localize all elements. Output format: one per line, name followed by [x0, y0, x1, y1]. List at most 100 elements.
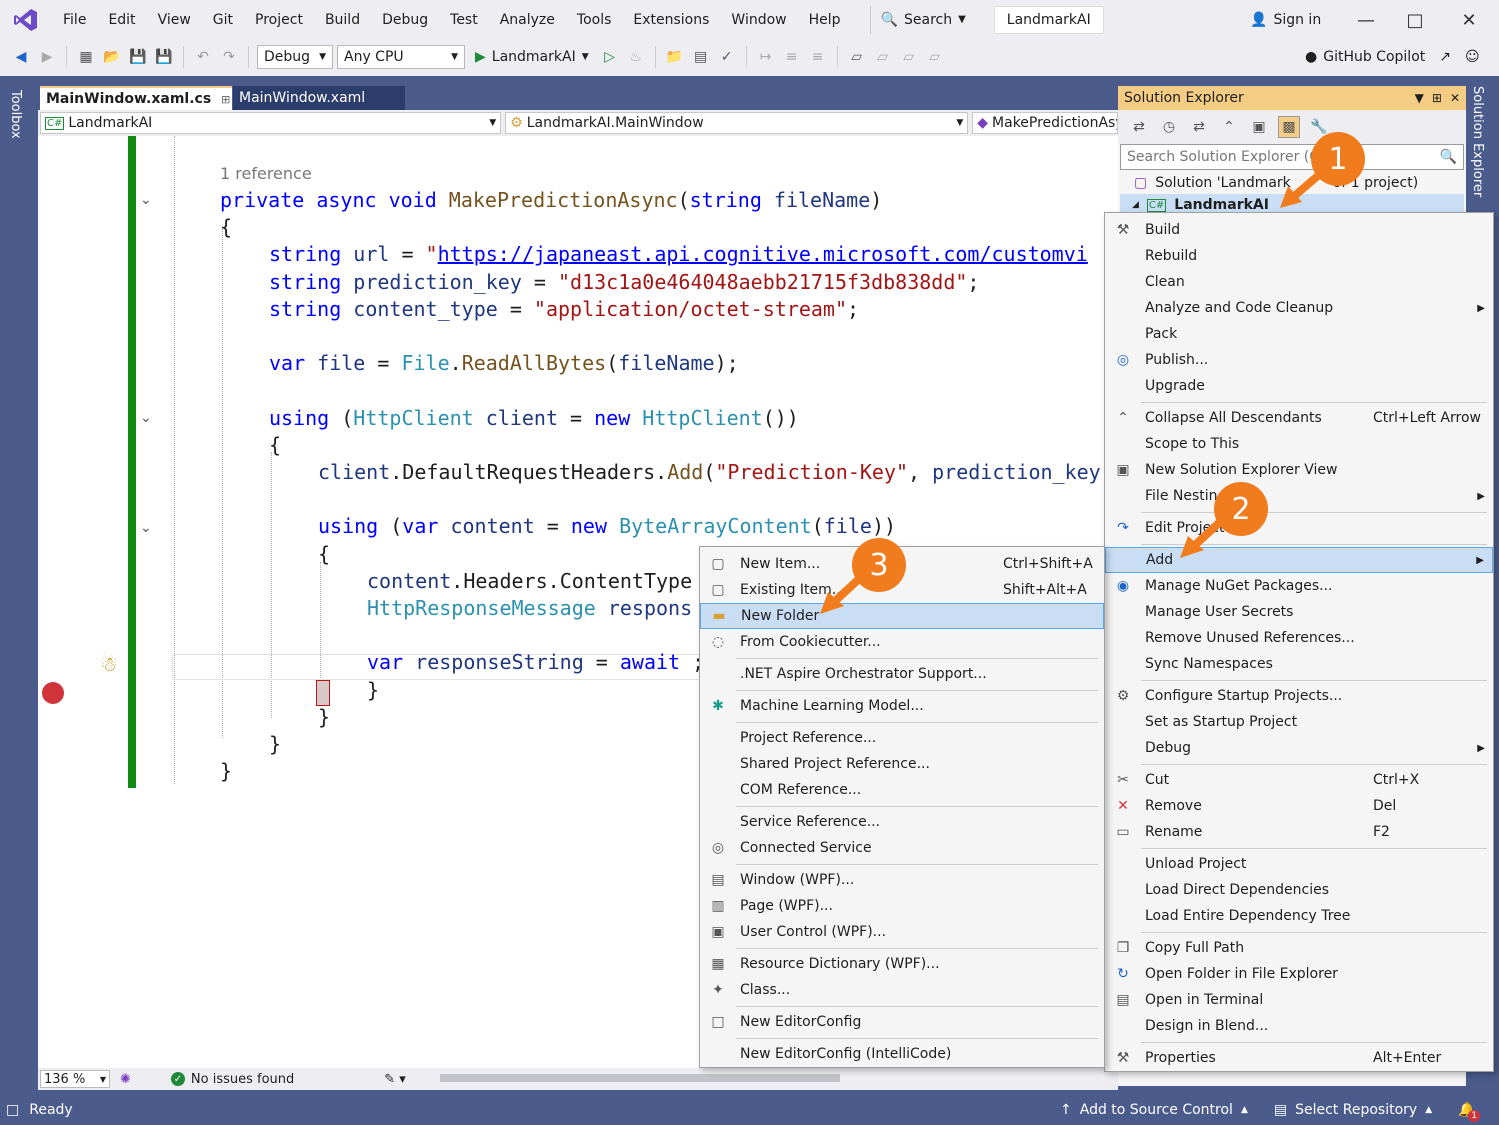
add-menu-page-wpf[interactable]: ▥ Page (WPF)...	[700, 893, 1104, 919]
spell-check-icon[interactable]: ✓	[716, 46, 738, 68]
project-menu-copy-full-path[interactable]: ❐ Copy Full Path	[1105, 935, 1493, 961]
project-menu-manage-user-secrets[interactable]: Manage User Secrets	[1105, 599, 1493, 625]
menu-window[interactable]: Window	[720, 0, 797, 40]
add-menu-user-control-wpf[interactable]: ▣ User Control (WPF)...	[700, 919, 1104, 945]
pin-icon[interactable]: ⊞	[221, 93, 230, 106]
tab-mainwindow-xaml[interactable]: MainWindow.xaml	[233, 86, 405, 110]
project-menu-sync-namespaces[interactable]: Sync Namespaces	[1105, 651, 1493, 677]
layout-icon[interactable]: ▤	[690, 46, 712, 68]
hot-reload-icon[interactable]: ♨	[625, 46, 647, 68]
add-menu-shared-project-reference[interactable]: Shared Project Reference...	[700, 751, 1104, 777]
feedback-icon[interactable]: ☺	[1465, 49, 1480, 65]
open-folder-icon[interactable]: 📂	[101, 46, 123, 68]
project-menu-scope-to-this[interactable]: Scope to This	[1105, 431, 1493, 457]
project-menu-open-in-terminal[interactable]: ▤ Open in Terminal	[1105, 987, 1493, 1013]
start-debugging-button[interactable]: ▶ LandmarkAI ▼	[469, 49, 595, 65]
menu-analyze[interactable]: Analyze	[489, 0, 566, 40]
project-menu-properties[interactable]: ⚒ Properties Alt+Enter	[1105, 1045, 1493, 1071]
save-icon[interactable]: 💾	[127, 46, 149, 68]
platform-select[interactable]: Any CPU ▼	[337, 45, 465, 69]
add-menu-new-editorconfig[interactable]: □ New EditorConfig	[700, 1009, 1104, 1035]
project-menu-debug[interactable]: Debug ▶	[1105, 735, 1493, 761]
collapse-all-icon[interactable]: ⌃	[1218, 116, 1240, 138]
lightbulb-icon[interactable]: ☃	[100, 652, 118, 676]
tab-mainwindow-xaml-cs[interactable]: MainWindow.xaml.cs ⊞ ✕	[40, 86, 250, 110]
history-icon[interactable]: ◷	[1158, 116, 1180, 138]
project-combo[interactable]: C# LandmarkAI ▼	[40, 112, 502, 134]
menu-extensions[interactable]: Extensions	[622, 0, 720, 40]
uncomment-icon[interactable]: ≡	[807, 46, 829, 68]
bookmark-icon[interactable]: ▱	[846, 46, 868, 68]
menu-test[interactable]: Test	[439, 0, 489, 40]
add-menu-machine-learning-model[interactable]: ✱ Machine Learning Model...	[700, 693, 1104, 719]
select-repository-button[interactable]: ▤ Select Repository ▲	[1274, 1102, 1432, 1118]
maximize-button[interactable]: □	[1392, 0, 1438, 40]
expand-arrow-icon[interactable]: ◢	[1132, 200, 1139, 210]
pin-icon[interactable]: ⊞	[1432, 91, 1442, 105]
menu-build[interactable]: Build	[314, 0, 371, 40]
search-menu[interactable]: 🔍 Search ▼	[869, 6, 976, 34]
project-menu-load-entire-dependency-tree[interactable]: Load Entire Dependency Tree	[1105, 903, 1493, 929]
menu-debug[interactable]: Debug	[371, 0, 439, 40]
sync-icon[interactable]: ⇄	[1188, 116, 1210, 138]
add-menu-from-cookiecutter[interactable]: ◌ From Cookiecutter...	[700, 629, 1104, 655]
menu-edit[interactable]: Edit	[97, 0, 146, 40]
collapse-chevron-icon[interactable]: ⌄	[140, 192, 152, 208]
add-menu-net-aspire-orchestrator-support[interactable]: .NET Aspire Orchestrator Support...	[700, 661, 1104, 687]
menu-tools[interactable]: Tools	[566, 0, 623, 40]
project-menu-analyze-and-code-cleanup[interactable]: Analyze and Code Cleanup ▶	[1105, 295, 1493, 321]
project-menu-pack[interactable]: Pack	[1105, 321, 1493, 347]
preview-icon[interactable]: ▩	[1278, 116, 1300, 138]
project-menu-collapse-all-descendants[interactable]: ⌃ Collapse All Descendants Ctrl+Left Arrow	[1105, 405, 1493, 431]
new-project-icon[interactable]: ▦	[75, 46, 97, 68]
menu-git[interactable]: Git	[202, 0, 244, 40]
comment-icon[interactable]: ≡	[781, 46, 803, 68]
project-menu-add[interactable]: Add ▶	[1105, 547, 1493, 573]
save-all-icon[interactable]: 💾	[153, 46, 175, 68]
zoom-select[interactable]: 136 % ▼	[40, 1070, 110, 1088]
add-menu-window-wpf[interactable]: ▤ Window (WPF)...	[700, 867, 1104, 893]
step-icon[interactable]: ↦	[755, 46, 777, 68]
menu-file[interactable]: File	[52, 0, 97, 40]
project-menu-edit-project-file[interactable]: ↷ Edit Project File	[1105, 515, 1493, 541]
cleanup-brush-icon[interactable]: ✎ ▾	[384, 1072, 406, 1087]
add-to-source-control-button[interactable]: ↑ Add to Source Control ▲	[1060, 1102, 1248, 1118]
project-menu-manage-nuget-packages[interactable]: ◉ Manage NuGet Packages...	[1105, 573, 1493, 599]
project-menu-rebuild[interactable]: Rebuild	[1105, 243, 1493, 269]
project-menu-clean[interactable]: Clean	[1105, 269, 1493, 295]
member-combo[interactable]: ◆ MakePredictionAsy	[972, 112, 1118, 134]
project-menu-file-nesting[interactable]: File Nesting ▶	[1105, 483, 1493, 509]
project-menu-open-folder-in-file-explorer[interactable]: ↻ Open Folder in File Explorer	[1105, 961, 1493, 987]
issues-indicator[interactable]: ✓ No issues found	[170, 1072, 294, 1087]
share-icon[interactable]: ↗	[1439, 49, 1451, 65]
project-menu-new-solution-explorer-view[interactable]: ▣ New Solution Explorer View	[1105, 457, 1493, 483]
clear-bookmarks-icon[interactable]: ▱	[924, 46, 946, 68]
project-menu-cut[interactable]: ✂ Cut Ctrl+X	[1105, 767, 1493, 793]
collapse-chevron-icon[interactable]: ⌄	[140, 520, 152, 536]
undo-icon[interactable]: ↶	[192, 46, 214, 68]
collapse-chevron-icon[interactable]: ⌄	[140, 410, 152, 426]
redo-icon[interactable]: ↷	[218, 46, 240, 68]
notifications-button[interactable]: 🔔 1	[1458, 1102, 1481, 1122]
project-menu-build[interactable]: ⚒ Build	[1105, 217, 1493, 243]
next-bookmark-icon[interactable]: ▱	[898, 46, 920, 68]
start-without-debugging-icon[interactable]: ▷	[599, 46, 621, 68]
menu-help[interactable]: Help	[798, 0, 852, 40]
add-menu-com-reference[interactable]: COM Reference...	[700, 777, 1104, 803]
add-menu-service-reference[interactable]: Service Reference...	[700, 809, 1104, 835]
close-icon[interactable]: ✕	[1450, 91, 1460, 105]
toolbox-strip[interactable]	[0, 76, 36, 1094]
chevron-down-icon[interactable]: ▼	[1415, 91, 1424, 105]
add-menu-class[interactable]: ✦ Class...	[700, 977, 1104, 1003]
horizontal-scrollbar-thumb[interactable]	[440, 1074, 840, 1082]
solution-explorer-side-tab[interactable]: Solution Explorer	[1470, 86, 1485, 197]
minimize-button[interactable]: —	[1343, 0, 1389, 40]
menu-project[interactable]: Project	[244, 0, 314, 40]
browse-icon[interactable]: 📁	[664, 46, 686, 68]
add-menu-new-editorconfig-intellicode[interactable]: New EditorConfig (IntelliCode)	[700, 1041, 1104, 1067]
code-lens-references[interactable]: 1 reference	[220, 164, 312, 183]
project-menu-publish[interactable]: ◎ Publish...	[1105, 347, 1493, 373]
show-all-files-icon[interactable]: ▣	[1248, 116, 1270, 138]
menu-view[interactable]: View	[147, 0, 202, 40]
project-menu-unload-project[interactable]: Unload Project	[1105, 851, 1493, 877]
